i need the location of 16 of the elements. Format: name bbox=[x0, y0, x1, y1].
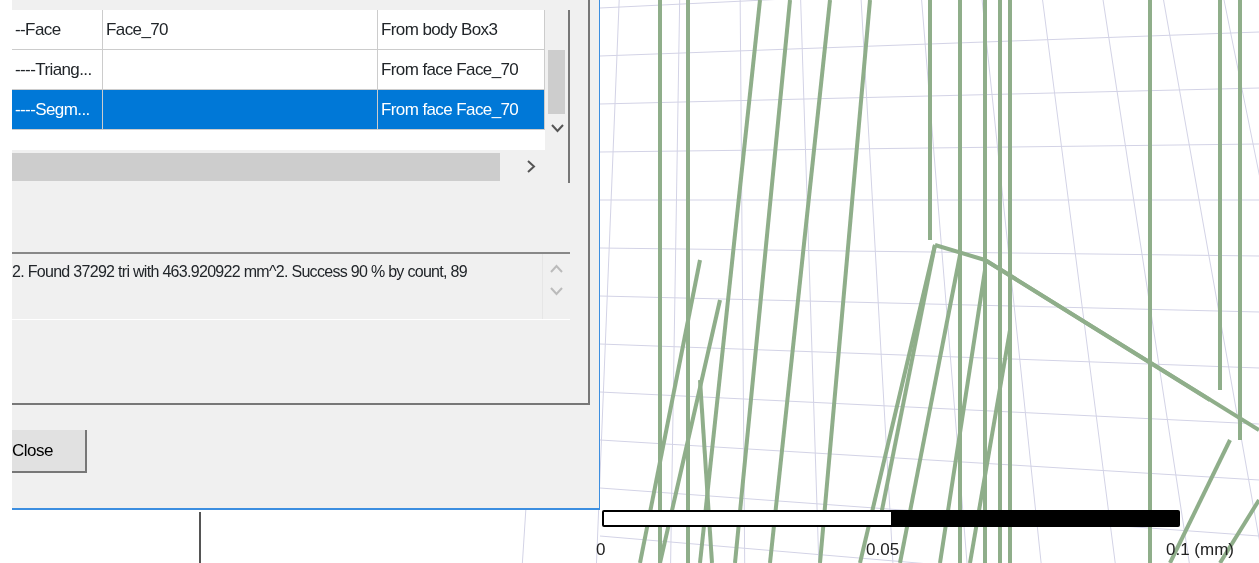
message-box[interactable]: 2. Found 37292 tri with 463.920922 mm^2. Success 90 % by count, 89 bbox=[12, 252, 570, 320]
table-cell-text: From face Face_70 bbox=[381, 100, 519, 119]
table-row[interactable]: --Face Face_70 From body Box3 bbox=[12, 10, 545, 50]
scale-label: 0.05 bbox=[866, 539, 900, 561]
table-cell-text: --Face bbox=[15, 20, 61, 39]
table-cell-text: From face Face_70 bbox=[381, 60, 519, 79]
message-text: 2. Found 37292 tri with 463.920922 mm^2. Success 90 % by count, 89 bbox=[12, 262, 468, 282]
table-row[interactable]: ----Segm... From face Face_70 bbox=[12, 90, 545, 130]
close-button[interactable]: Close bbox=[12, 430, 87, 473]
table-cell-text: From body Box3 bbox=[381, 20, 498, 39]
scale-label: 0 bbox=[596, 539, 606, 561]
scale-label: 0.1 (mm) bbox=[1166, 539, 1234, 561]
table-cell-text: ----Segm... bbox=[15, 100, 90, 119]
table-cell-text: Face_70 bbox=[106, 20, 168, 39]
horizontal-scrollbar[interactable] bbox=[12, 150, 568, 183]
table-cell-text: ----Triang... bbox=[15, 60, 92, 79]
